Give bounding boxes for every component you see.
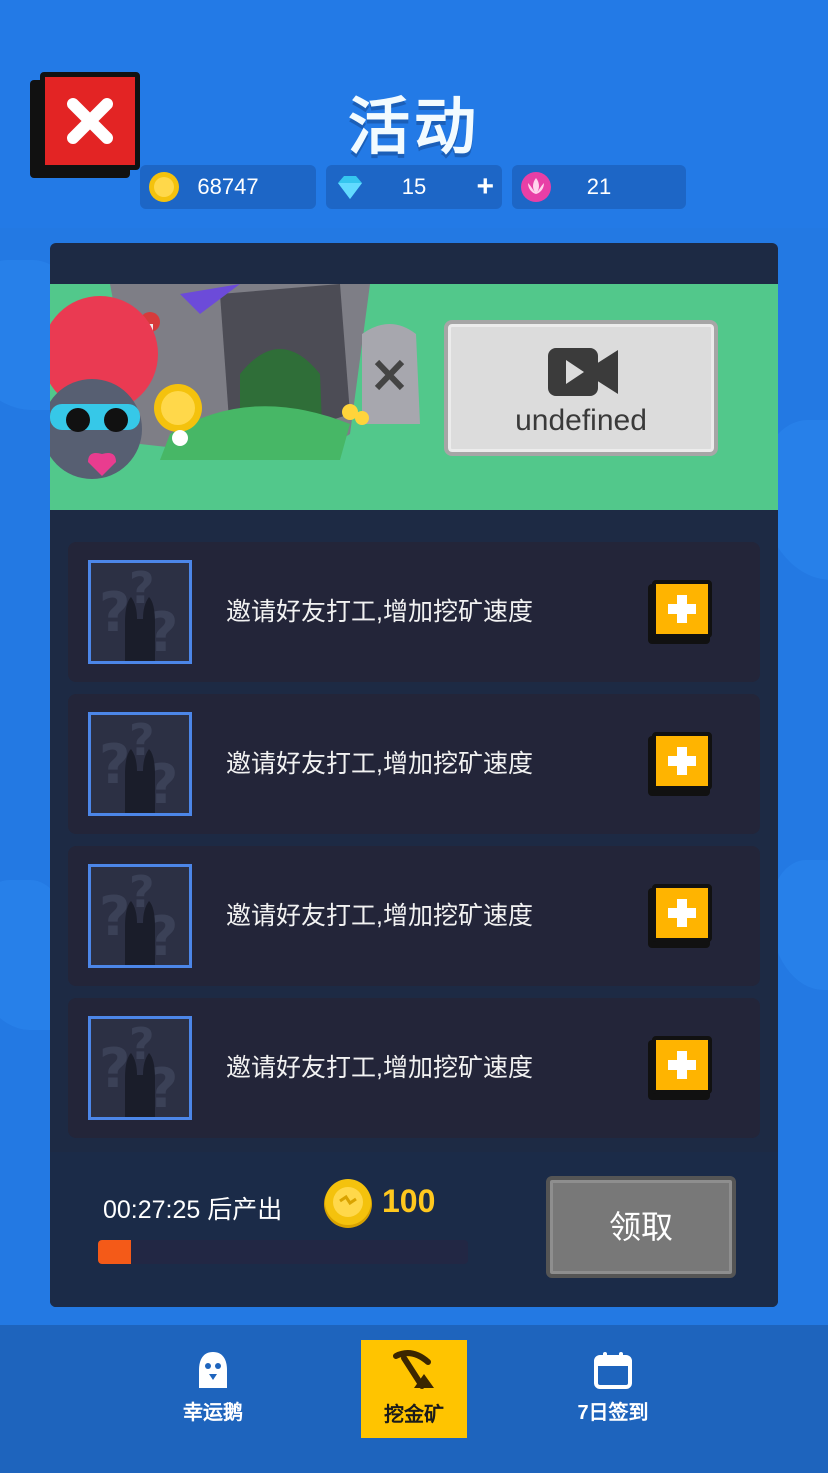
empty-avatar: ? ? ? <box>88 560 192 664</box>
claim-button[interactable]: 领取 <box>546 1176 736 1278</box>
tab-gold-mine[interactable]: 挖金矿 <box>361 1340 467 1438</box>
mystery-silhouette-icon: ? ? ? <box>99 715 178 813</box>
progress-fill <box>98 1240 132 1264</box>
mystery-silhouette-icon: ? ? ? <box>99 1019 178 1117</box>
invite-friend-button[interactable] <box>648 1036 712 1100</box>
tab-lucky-goose[interactable]: 幸运鹅 <box>160 1340 266 1438</box>
add-diamond-button[interactable]: + <box>476 169 494 205</box>
currency-gold: 68747 <box>140 165 316 209</box>
empty-avatar: ? ? ? <box>88 1016 192 1120</box>
invite-friend-button[interactable] <box>648 580 712 644</box>
production-progress-bar <box>98 1240 468 1264</box>
calendar-icon <box>594 1352 632 1389</box>
empty-avatar: ? ? ? <box>88 864 192 968</box>
production-countdown: 00:27:25 后产出 <box>103 1196 283 1224</box>
mystery-silhouette-icon: ? ? ? <box>99 563 178 661</box>
worker-slot: ? ? ? 邀请好友打工,增加挖矿速度 <box>68 998 760 1138</box>
worker-slot: ? ? ? 邀请好友打工,增加挖矿速度 <box>68 846 760 986</box>
plus-icon <box>668 595 696 623</box>
currency-diamond: 15 + <box>326 165 502 209</box>
watch-video-button[interactable]: undefined <box>444 320 718 456</box>
lotus-amount: 21 <box>586 174 612 199</box>
currency-lotus: 21 <box>512 165 686 209</box>
worker-slot-label: 邀请好友打工,增加挖矿速度 <box>226 750 533 778</box>
worker-slot: ? ? ? 邀请好友打工,增加挖矿速度 <box>68 694 760 834</box>
plus-icon <box>668 747 696 775</box>
invite-friend-button[interactable] <box>648 884 712 948</box>
worker-slot: ? ? ? 邀请好友打工,增加挖矿速度 <box>68 542 760 682</box>
invite-friend-button[interactable] <box>648 732 712 796</box>
reward-amount: 100 <box>382 1183 436 1219</box>
page-title: 活动 <box>347 93 480 162</box>
goose-icon <box>199 1352 227 1388</box>
empty-avatar: ? ? ? <box>88 712 192 816</box>
worker-slot-label: 邀请好友打工,增加挖矿速度 <box>226 902 533 930</box>
tab-label: 挖金矿 <box>384 1404 444 1426</box>
video-camera-icon <box>548 348 618 396</box>
gold-amount: 68747 <box>197 174 259 199</box>
mystery-silhouette-icon: ? ? ? <box>99 867 178 965</box>
plus-icon <box>668 1051 696 1079</box>
video-button-label: undefined <box>515 404 647 437</box>
claim-button-label: 领取 <box>608 1209 673 1245</box>
gold-coin-icon <box>324 1179 372 1228</box>
pickaxe-icon <box>393 1350 434 1389</box>
worker-slot-label: 邀请好友打工,增加挖矿速度 <box>226 598 533 626</box>
tab-label: 7日签到 <box>577 1402 649 1424</box>
worker-slot-label: 邀请好友打工,增加挖矿速度 <box>226 1054 533 1082</box>
tab-label: 幸运鹅 <box>183 1402 243 1424</box>
tab-seven-day-checkin[interactable]: 7日签到 <box>560 1340 666 1438</box>
plus-icon <box>668 899 696 927</box>
